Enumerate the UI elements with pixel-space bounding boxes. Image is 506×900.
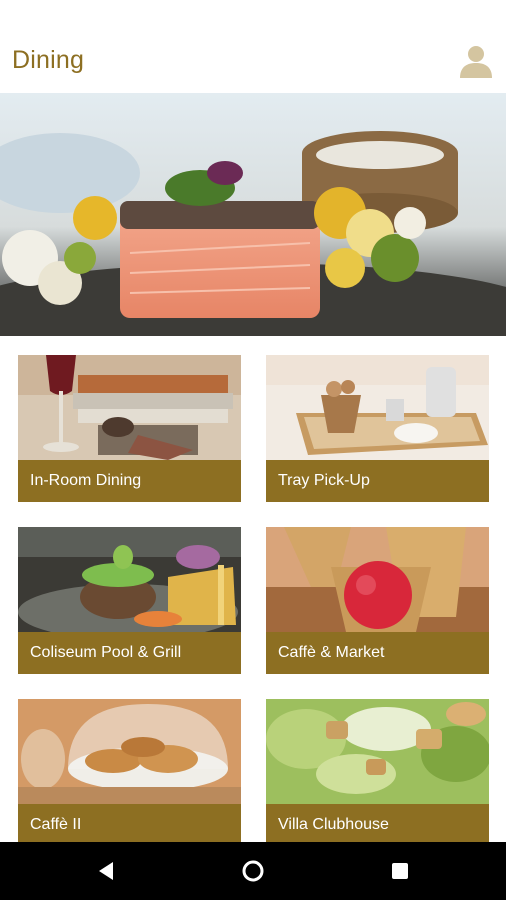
app-screen: Dining In-Room Dining Tray Pick-Up Colis… xyxy=(0,0,506,900)
tile-caption-bar: Tray Pick-Up xyxy=(266,460,489,502)
gelato-cone-photo xyxy=(266,527,489,632)
pastries-under-glass-photo xyxy=(18,699,241,804)
tile-caption-bar: Villa Clubhouse xyxy=(266,804,489,846)
recents-square-icon[interactable] xyxy=(388,859,412,883)
tile-caption-bar: In-Room Dining xyxy=(18,460,241,502)
tile-in-room-dining[interactable]: In-Room Dining xyxy=(18,355,241,502)
tile-coliseum-pool-grill[interactable]: Coliseum Pool & Grill xyxy=(18,527,241,674)
tile-caption-bar: Caffè II xyxy=(18,804,241,846)
system-nav-bar xyxy=(0,842,506,900)
wine-and-books-photo xyxy=(18,355,241,460)
tile-caffe-market[interactable]: Caffè & Market xyxy=(266,527,489,674)
page-title: Dining xyxy=(12,46,85,74)
tile-caption-bar: Caffè & Market xyxy=(266,632,489,674)
tile-label: Tray Pick-Up xyxy=(278,472,370,489)
tile-label: Coliseum Pool & Grill xyxy=(30,644,182,661)
caesar-salad-photo xyxy=(266,699,489,804)
tile-caffe-ii[interactable]: Caffè II xyxy=(18,699,241,846)
hero-banner xyxy=(0,93,506,336)
burger-and-fries-photo xyxy=(18,527,241,632)
tile-label: Villa Clubhouse xyxy=(278,816,389,833)
tile-villa-clubhouse[interactable]: Villa Clubhouse xyxy=(266,699,489,846)
tile-label: Caffè II xyxy=(30,816,82,833)
tile-label: Caffè & Market xyxy=(278,644,385,661)
breakfast-tray-photo xyxy=(266,355,489,460)
home-circle-icon[interactable] xyxy=(241,859,265,883)
back-triangle-icon[interactable] xyxy=(95,859,119,883)
tile-caption-bar: Coliseum Pool & Grill xyxy=(18,632,241,674)
tile-tray-pick-up[interactable]: Tray Pick-Up xyxy=(266,355,489,502)
app-header: Dining xyxy=(0,0,506,93)
person-icon[interactable] xyxy=(458,42,494,78)
salmon-dish-photo xyxy=(0,93,506,336)
tile-label: In-Room Dining xyxy=(30,472,142,489)
